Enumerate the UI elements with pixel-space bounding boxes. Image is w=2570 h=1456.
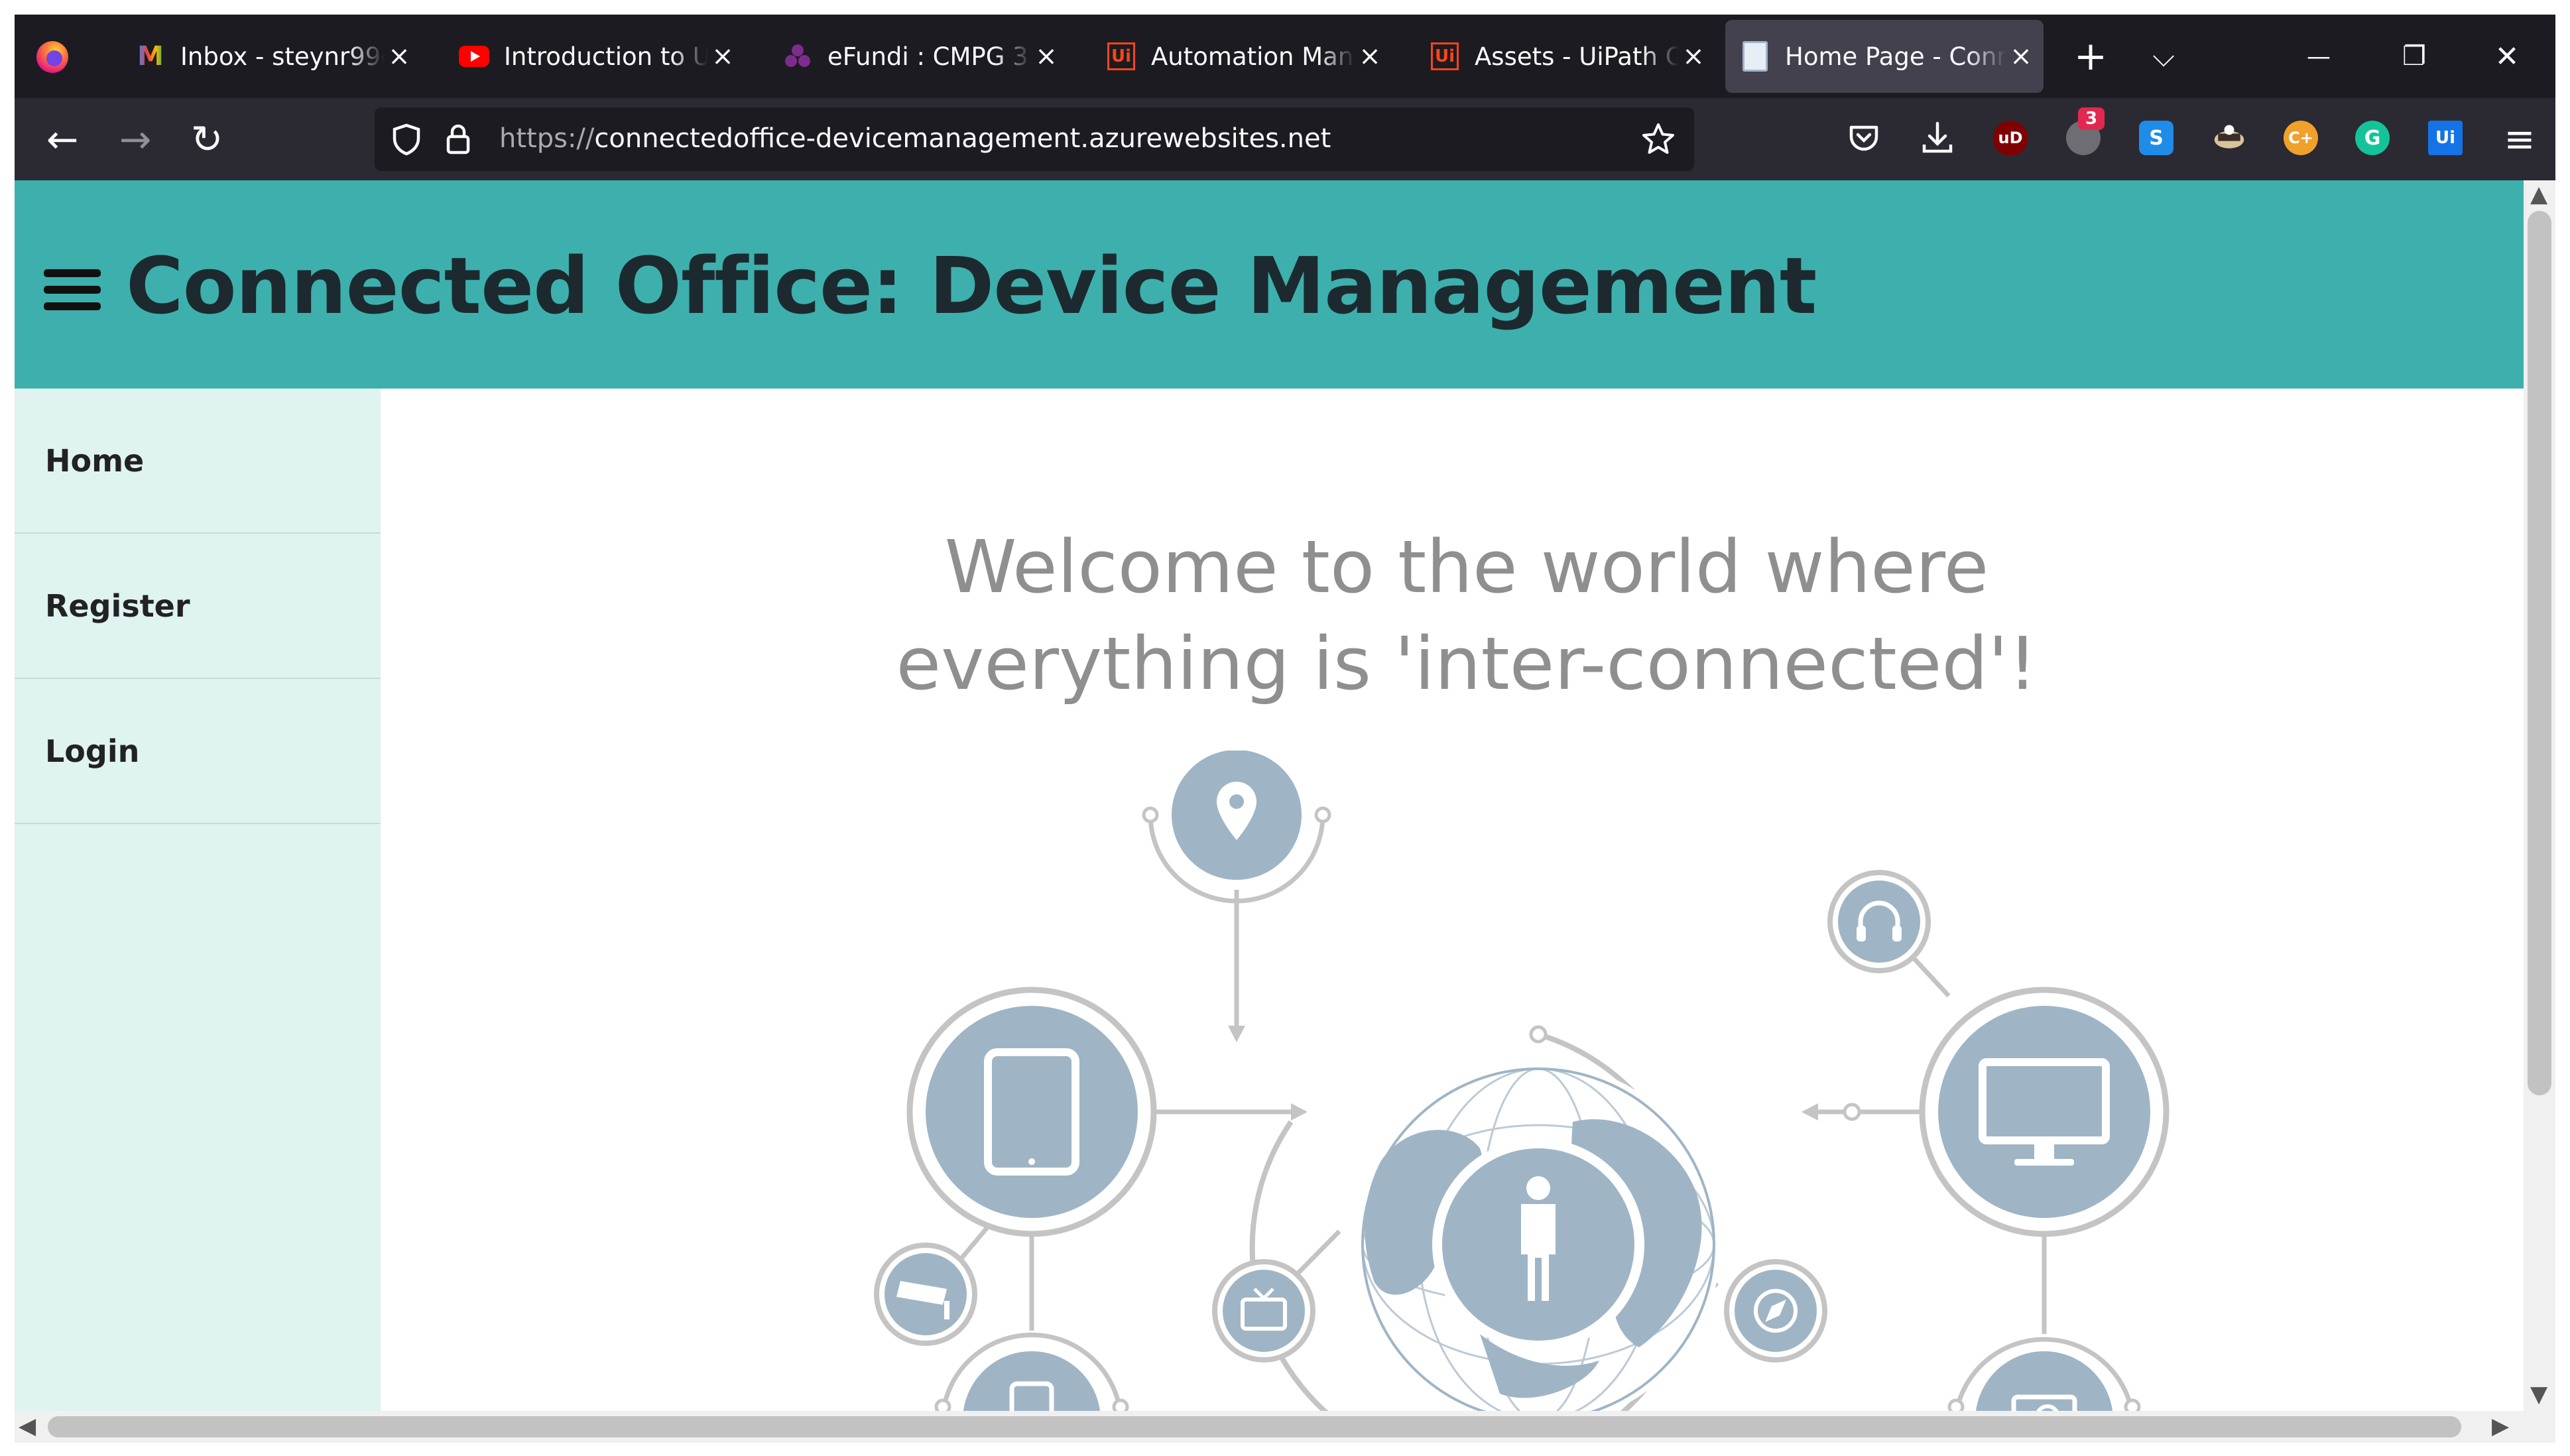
firefox-menu-icon[interactable]	[33, 37, 72, 76]
compass-icon	[1724, 1259, 1827, 1363]
sidebar-item-label: Register	[45, 587, 190, 624]
url-text[interactable]: https://connectedoffice-devicemanagement…	[499, 123, 1331, 154]
close-window-button[interactable]: ✕	[2484, 33, 2530, 80]
tab-title: eFundi : CMPG 323	[827, 42, 1032, 71]
grammarly-icon[interactable]: G	[2355, 121, 2390, 155]
headphones-icon	[1827, 870, 1931, 973]
vertical-scrollbar[interactable]: ▲ ▼	[2524, 180, 2555, 1411]
tab-title: Home Page - Connected Office	[1785, 42, 2006, 71]
new-tab-button[interactable]: +	[2067, 33, 2114, 80]
tab-list-chevron-down-icon[interactable]: ⌵	[2140, 33, 2187, 80]
sidebar-item-label: Home	[45, 442, 145, 479]
c-plus-extension-icon[interactable]: C+	[2284, 121, 2318, 155]
tablet-icon	[906, 987, 1157, 1237]
video-downloader-icon[interactable]	[2212, 121, 2246, 155]
page-viewport: Connected Office: Device Management Home…	[15, 180, 2524, 1411]
reload-button[interactable]: ↻	[183, 115, 231, 163]
tab-close-icon[interactable]: ×	[1679, 41, 1708, 72]
horizontal-scrollbar[interactable]: ◀ ▶	[15, 1411, 2555, 1443]
sidebar-item-register[interactable]: Register	[15, 534, 381, 679]
sidebar-item-login[interactable]: Login	[15, 679, 381, 824]
tab-close-icon[interactable]: ×	[1032, 41, 1061, 72]
vertical-scroll-thumb[interactable]	[2528, 211, 2551, 1095]
minimize-button[interactable]: —	[2295, 33, 2342, 80]
browser-toolbar: ← → ↻ https://connectedoffice-devicemana…	[15, 98, 2555, 180]
badge-extension-icon[interactable]: 3	[2066, 107, 2105, 155]
welcome-heading: Welcome to the world where everything is…	[744, 518, 2189, 712]
restore-button[interactable]: ❐	[2391, 33, 2437, 80]
scroll-up-icon[interactable]: ▲	[2530, 183, 2547, 206]
welcome-line: everything is 'inter-connected'!	[896, 621, 2038, 706]
tab-title: Introduction to UiPath	[504, 42, 708, 71]
welcome-line: Welcome to the world where	[944, 524, 1989, 609]
uipath-extension-icon[interactable]: Ui	[2428, 121, 2463, 155]
sidebar-item-home[interactable]: Home	[15, 389, 381, 534]
hamburger-menu-icon[interactable]	[44, 269, 101, 310]
location-pin-icon	[1142, 751, 1331, 904]
phone-icon	[934, 1332, 1129, 1411]
scroll-right-icon[interactable]: ▶	[2492, 1415, 2509, 1437]
tv-icon	[1212, 1259, 1316, 1363]
ublock-icon[interactable]: uD	[1993, 121, 2028, 155]
tab-close-icon[interactable]: ×	[708, 41, 737, 72]
horizontal-scroll-thumb[interactable]	[48, 1416, 2461, 1437]
pocket-icon[interactable]	[1846, 121, 1882, 159]
scroll-down-icon[interactable]: ▼	[2530, 1383, 2547, 1406]
forward-button[interactable]: →	[111, 115, 159, 163]
url-bar[interactable]: https://connectedoffice-devicemanagement…	[375, 107, 1694, 171]
uipath-icon: Ui	[1106, 41, 1136, 72]
gmail-icon: M	[137, 41, 164, 72]
sidebar-item-label: Login	[45, 733, 140, 769]
url-host: connectedoffice-devicemanagement.azurewe…	[594, 123, 1331, 154]
tab-youtube[interactable]: Introduction to UiPath ×	[446, 20, 744, 93]
tab-close-icon[interactable]: ×	[2006, 41, 2036, 72]
s-extension-icon[interactable]: S	[2139, 121, 2173, 155]
download-icon[interactable]	[1919, 119, 1956, 159]
security-camera-icon	[874, 1243, 977, 1346]
tab-assets-orchestrator[interactable]: Ui Assets - UiPath Orchestrator ×	[1416, 20, 1715, 93]
back-button[interactable]: ←	[38, 115, 86, 163]
bookmark-star-icon[interactable]	[1640, 121, 1677, 160]
tab-title: Assets - UiPath Orchestrator	[1475, 42, 1679, 71]
tab-close-icon[interactable]: ×	[1355, 41, 1384, 72]
efundi-icon	[782, 41, 813, 72]
page-title: Connected Office: Device Management	[126, 240, 1817, 332]
camera-icon	[1947, 1337, 2141, 1411]
connected-devices-illustration	[874, 751, 2170, 1411]
tab-title: Automation Manager	[1151, 42, 1355, 71]
tab-title: Inbox - steynr99@gmail.com	[180, 42, 385, 71]
lock-icon[interactable]	[441, 122, 475, 159]
uipath-icon: Ui	[1430, 41, 1460, 72]
app-menu-icon[interactable]: ≡	[2496, 115, 2543, 163]
page-icon	[1740, 41, 1770, 72]
tab-automation-manager[interactable]: Ui Automation Manager ×	[1093, 20, 1391, 93]
tab-home-page-active[interactable]: Home Page - Connected Office ×	[1725, 20, 2044, 93]
shield-icon[interactable]	[389, 122, 424, 159]
scroll-left-icon[interactable]: ◀	[19, 1415, 36, 1437]
site-header: Connected Office: Device Management	[15, 180, 2524, 389]
browser-tab-strip: M Inbox - steynr99@gmail.com × Introduct…	[15, 15, 2555, 98]
extension-badge-count: 3	[2078, 107, 2105, 130]
tab-gmail[interactable]: M Inbox - steynr99@gmail.com ×	[122, 20, 420, 93]
sidebar: Home Register Login	[15, 389, 381, 1411]
tab-efundi[interactable]: eFundi : CMPG 323 ×	[769, 20, 1068, 93]
monitor-icon	[1919, 987, 2170, 1237]
youtube-icon	[459, 41, 489, 72]
tab-close-icon[interactable]: ×	[385, 41, 414, 72]
url-protocol: https://	[499, 123, 595, 154]
